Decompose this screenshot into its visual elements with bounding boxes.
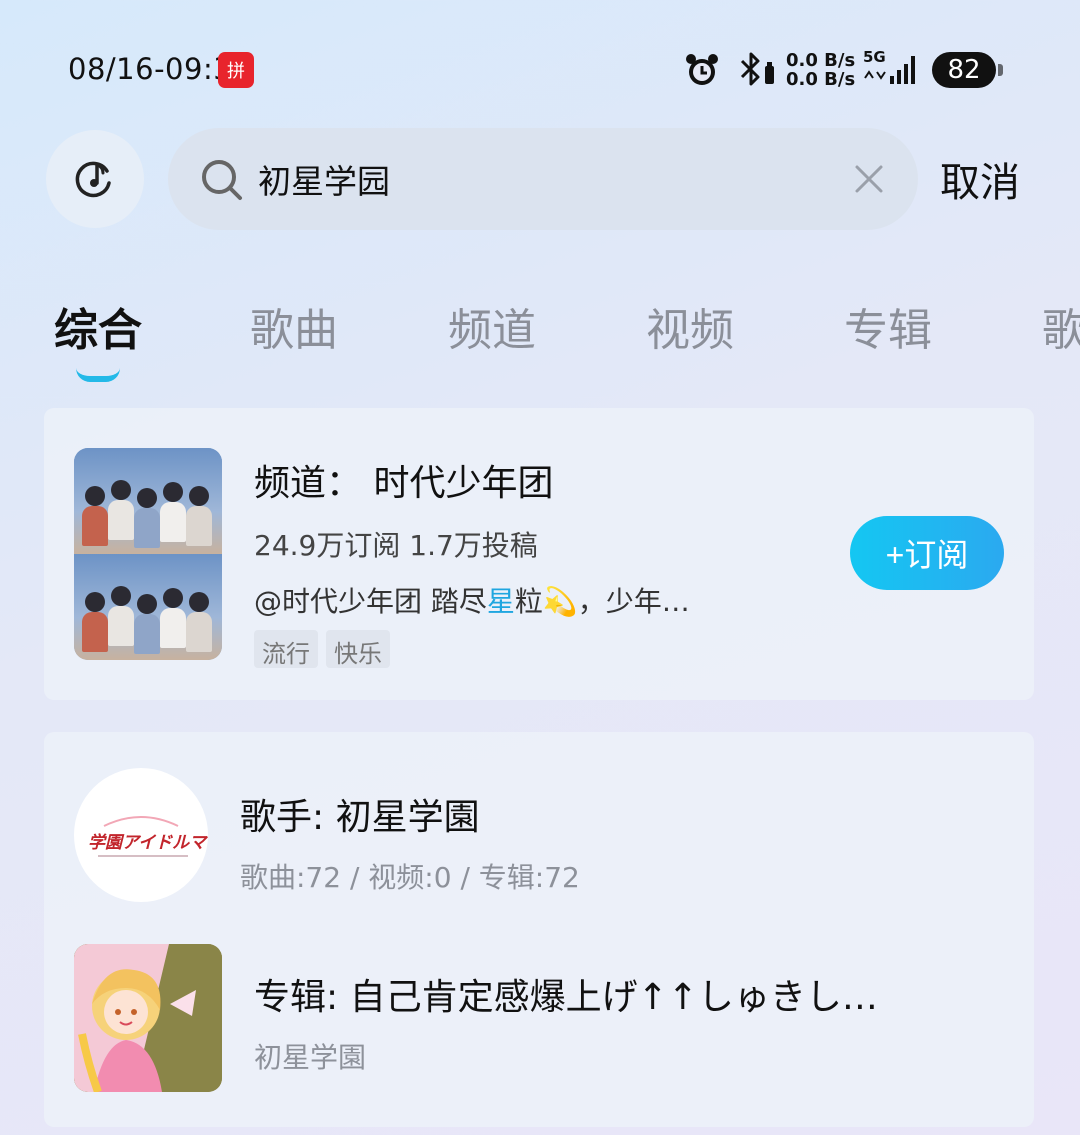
svg-text:学園アイドルマスター: 学園アイドルマスター [88,833,208,853]
album-artist: 初星学園 [254,1041,367,1074]
tab-songs[interactable]: 歌曲 [250,294,338,358]
battery-indicator: 82 [932,52,1003,88]
post-count: 1.7万投稿 [409,529,538,562]
status-bar: 08/16-09:32 拼 0.0 B/s 0.0 B/s 5G 82 [0,0,1080,140]
bluetooth-icon [740,52,774,86]
album-name[interactable]: 专辑: 自己肯定感爆上げ↑↑しゅきし… [254,968,878,1020]
desc-highlight: 星 [486,585,515,618]
app-logo-button[interactable] [46,130,144,228]
album-cover-image[interactable] [74,944,222,1092]
desc-prefix: @时代少年团 踏尽 [254,585,487,618]
cover-photo-top [74,448,222,554]
app-notification-icon: 拼 [218,52,254,88]
channel-description: @时代少年团 踏尽星粒💫，少年… [254,580,690,620]
channel-stats: 24.9万订阅 1.7万投稿 [254,524,538,564]
singer-stats: 歌曲:72 / 视频:0 / 专辑:72 [240,861,580,894]
singer-avatar[interactable]: 学園アイドルマスター [74,768,208,902]
channel-cover-image [74,448,222,660]
search-icon [202,160,242,200]
channel-result-card[interactable]: 频道： 时代少年团 24.9万订阅 1.7万投稿 @时代少年团 踏尽星粒💫，少年… [44,408,1034,700]
download-speed: 0.0 B/s [786,69,856,90]
music-note-logo-icon [75,161,111,198]
search-input[interactable] [258,154,818,204]
tab-albums[interactable]: 专辑 [844,294,932,358]
album-art-illustration [74,944,222,1092]
search-tabs: 综合 歌曲 频道 视频 专辑 歌 [0,290,1080,390]
channel-tags: 流行 快乐 [254,630,390,668]
tab-partial[interactable]: 歌 [1042,294,1080,358]
signal-5g-icon: 5G [863,48,915,84]
cover-photo-bottom [74,554,222,660]
svg-text:5G: 5G [863,48,886,66]
singer-logo-image: 学園アイドルマスター [88,816,208,857]
singer-name[interactable]: 歌手: 初星学園 [240,788,480,840]
clear-icon[interactable] [852,162,886,196]
upload-speed: 0.0 B/s [786,50,856,71]
tab-channels[interactable]: 频道 [448,294,536,358]
singer-result-card: 学園アイドルマスター 歌手: 初星学園 歌曲:72 / 视频:0 / 专辑:72… [44,732,1034,1127]
desc-suffix: 粒💫，少年… [514,585,690,618]
network-speed: 0.0 B/s 0.0 B/s [786,51,855,89]
cancel-button[interactable]: 取消 [940,150,1020,208]
channel-title: 频道： 时代少年团 [254,463,554,504]
subscribe-button[interactable]: +订阅 [850,516,1004,590]
subscriber-count: 24.9万订阅 [254,529,401,562]
search-bar[interactable] [168,128,918,230]
alarm-icon [686,54,718,85]
tab-all[interactable]: 综合 [54,294,142,358]
tag-happy[interactable]: 快乐 [326,630,390,668]
tab-videos[interactable]: 视频 [646,294,734,358]
tab-indicator [76,368,120,382]
tag-pop[interactable]: 流行 [254,630,318,668]
